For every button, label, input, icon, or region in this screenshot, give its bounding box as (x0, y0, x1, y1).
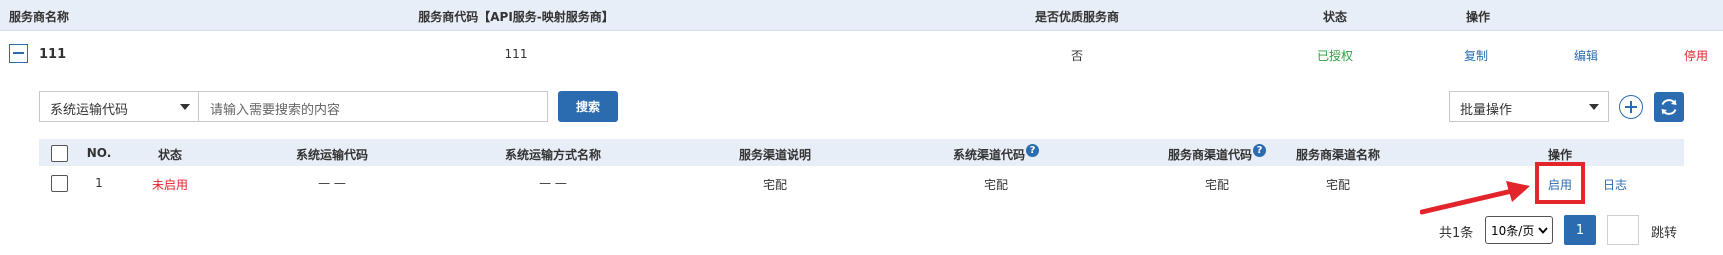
jump-page-input[interactable] (1607, 215, 1639, 245)
row-no: 1 (95, 176, 103, 190)
header-provider-channel-name: 服务商渠道名称 (1295, 148, 1381, 162)
header-provider-name: 服务商名称 (9, 10, 70, 24)
header-channel-desc: 服务渠道说明 (738, 148, 812, 162)
search-button[interactable]: 搜索 (558, 91, 618, 122)
disable-link[interactable]: 停用 (1684, 47, 1708, 64)
bulk-action-select-value: 批量操作 (1460, 103, 1513, 118)
page-size-value: 10条/页 (1491, 224, 1535, 238)
chevron-down-icon (180, 104, 190, 110)
jump-button[interactable]: 跳转 (1651, 222, 1677, 241)
header-system-channel-code: 系统渠道代码? (952, 144, 1040, 163)
total-count: 共1条 (1439, 226, 1474, 241)
log-link[interactable]: 日志 (1603, 176, 1627, 193)
header-provider-channel-code-label: 服务商渠道代码 (1167, 148, 1253, 162)
add-icon[interactable] (1619, 95, 1643, 119)
status-badge: 已授权 (1316, 49, 1354, 63)
edit-link[interactable]: 编辑 (1574, 47, 1598, 64)
row-system-channel-code: 宅配 (983, 178, 1009, 192)
header-system-method-name: 系统运输方式名称 (504, 148, 602, 162)
provider-name: 111 (39, 47, 67, 62)
highlight-box (1535, 162, 1585, 204)
row-system-code: — — (318, 176, 346, 190)
select-all-checkbox[interactable] (51, 145, 68, 162)
header-provider-code: 服务商代码【API服务-映射服务商】 (418, 10, 614, 24)
channel-table-header (39, 139, 1684, 166)
provider-quality: 否 (1070, 49, 1084, 63)
header-status: 状态 (1322, 10, 1348, 24)
header-provider-channel-code: 服务商渠道代码? (1167, 144, 1267, 163)
header-actions: 操作 (1465, 10, 1491, 24)
row-channel-desc: 宅配 (762, 178, 788, 192)
provider-table-header (0, 0, 1723, 31)
page-size-select[interactable]: 10条/页 (1485, 216, 1553, 244)
collapse-icon[interactable] (9, 44, 28, 63)
page-1-button[interactable]: 1 (1564, 215, 1596, 245)
arrow-icon (1420, 181, 1530, 215)
row-status-badge: 未启用 (151, 178, 189, 192)
copy-link[interactable]: 复制 (1464, 47, 1488, 64)
row-system-method-name: — — (539, 176, 567, 190)
row-provider-channel-name: 宅配 (1325, 178, 1351, 192)
refresh-button[interactable] (1654, 92, 1684, 122)
help-icon[interactable]: ? (1026, 144, 1040, 157)
header-system-channel-code-label: 系统渠道代码 (952, 148, 1026, 162)
refresh-icon (1661, 99, 1677, 115)
header-quality-provider: 是否优质服务商 (1034, 10, 1120, 24)
chevron-down-icon (1538, 227, 1548, 234)
chevron-down-icon (1589, 104, 1599, 110)
help-icon[interactable]: ? (1253, 144, 1267, 157)
header-channel-actions: 操作 (1547, 148, 1573, 162)
search-field-select-value: 系统运输代码 (50, 103, 129, 118)
header-system-code: 系统运输代码 (295, 148, 369, 162)
row-checkbox[interactable] (51, 175, 68, 192)
header-channel-status: 状态 (157, 148, 183, 162)
header-no: NO. (86, 146, 112, 160)
provider-code: 111 (504, 47, 528, 61)
row-provider-channel-code: 宅配 (1204, 178, 1230, 192)
search-input-placeholder: 请输入需要搜索的内容 (210, 103, 341, 118)
